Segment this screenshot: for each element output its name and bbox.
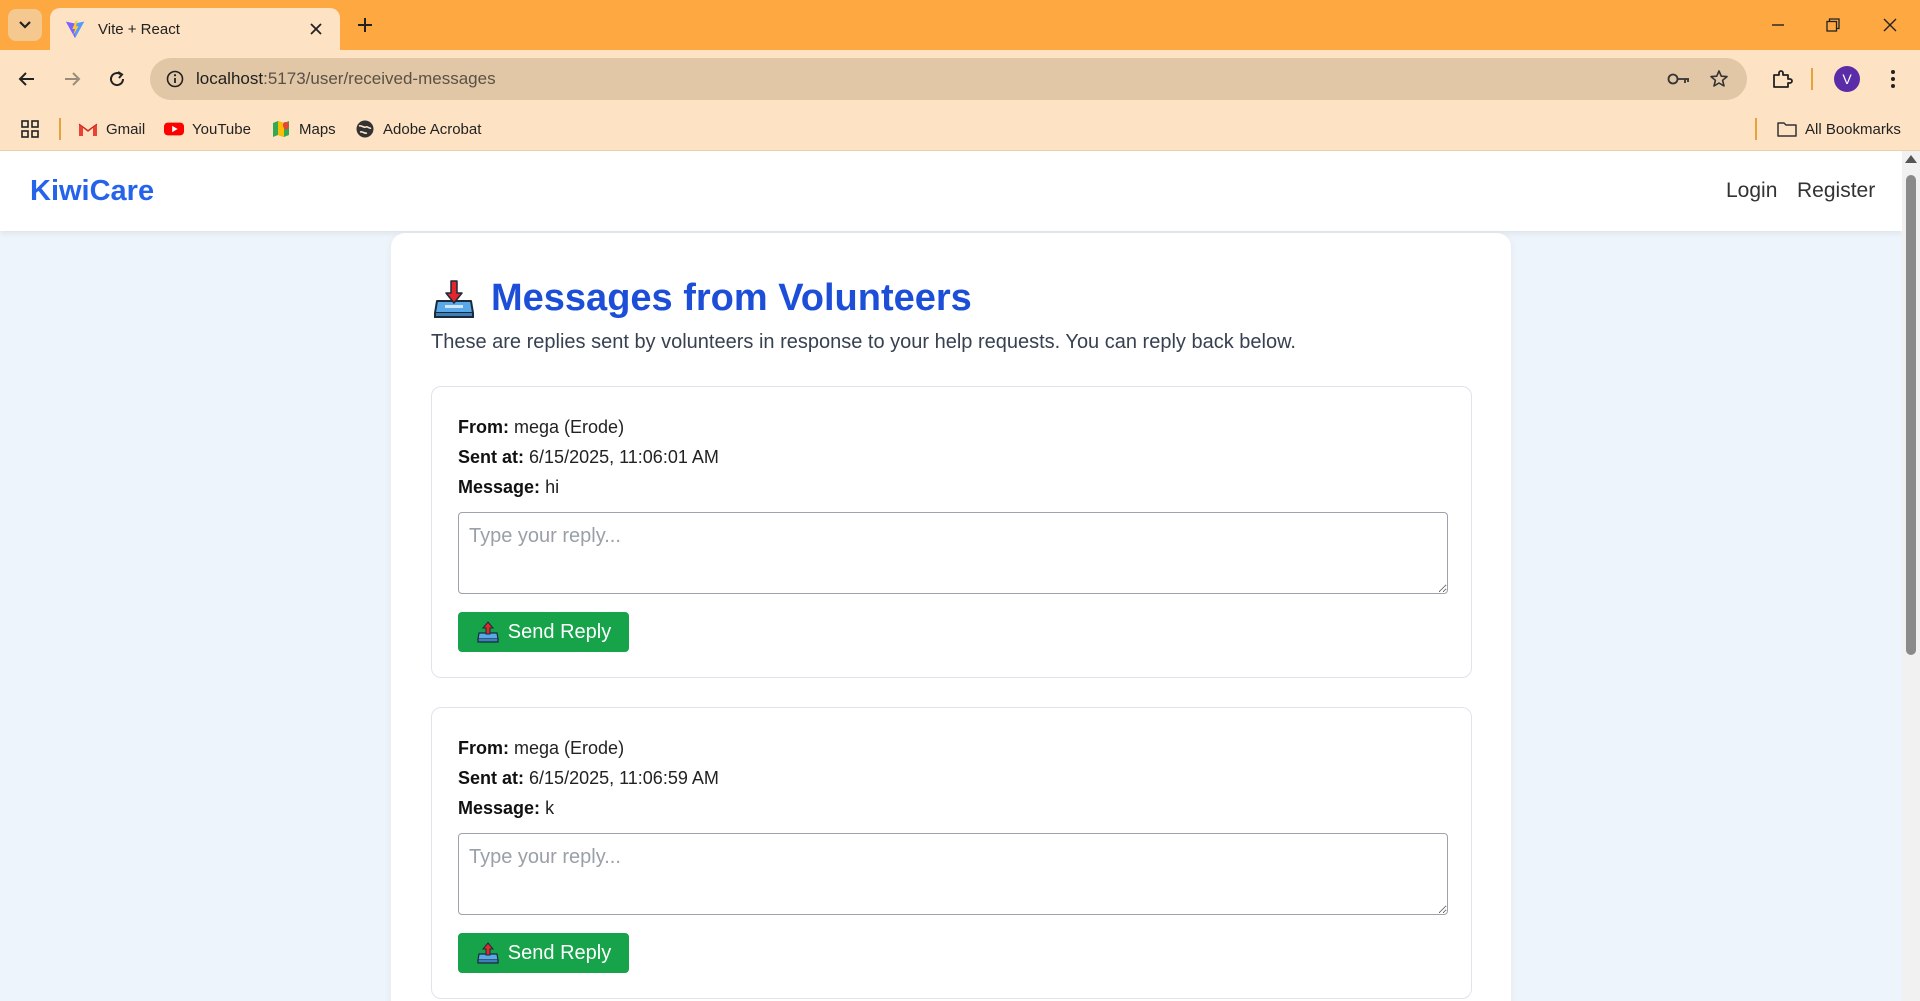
folder-icon [1777,119,1797,139]
all-bookmarks-button[interactable]: All Bookmarks [1777,115,1901,143]
bookmark-label: Adobe Acrobat [383,120,482,138]
bookmark-star-icon[interactable] [1699,59,1739,99]
page-subtitle: These are replies sent by volunteers in … [431,331,1296,353]
outbox-tray-icon [477,942,499,964]
register-link[interactable]: Register [1797,179,1875,203]
minimize-icon [1772,24,1784,26]
bookmark-label: Gmail [106,120,146,138]
restore-icon [1826,18,1840,32]
reply-textarea[interactable] [458,833,1448,915]
reply-textarea[interactable] [458,512,1448,594]
close-tab-icon[interactable] [306,19,326,39]
site-info-icon[interactable] [154,58,196,100]
page-heading: Messages from Volunteers [431,277,972,320]
messages-card: Messages from Volunteers These are repli… [391,233,1511,1001]
message-sent-at: Sent at: 6/15/2025, 11:06:01 AM [458,447,719,468]
close-icon [1883,18,1897,32]
new-tab-button[interactable] [350,12,380,38]
scroll-up-arrow-icon[interactable] [1905,155,1917,163]
site-navbar: KiwiCare Login Register [0,151,1902,231]
message-label: Message: [458,477,541,497]
login-link[interactable]: Login [1726,179,1777,203]
gmail-icon [78,119,98,139]
youtube-icon [164,119,184,139]
message-from: From: mega (Erode) [458,417,624,438]
send-reply-button[interactable]: Send Reply [458,933,629,973]
address-bar[interactable]: localhost:5173/user/received-messages [150,58,1747,100]
back-button[interactable] [10,62,44,96]
tab-title: Vite + React [98,20,180,38]
bookmarks-bar: Gmail YouTube Maps Adobe Acrobat All Boo… [0,107,1920,151]
browser-title-bar: Vite + React [0,0,1920,50]
profile-button[interactable]: V [1830,62,1864,96]
send-reply-button[interactable]: Send Reply [458,612,629,652]
reload-button[interactable] [100,62,134,96]
page-viewport: KiwiCare Login Register Messages from Vo… [0,151,1920,1001]
message-value: k [545,798,555,818]
more-vertical-icon [1891,70,1895,88]
all-bookmarks-label: All Bookmarks [1805,120,1901,138]
message-from: From: mega (Erode) [458,738,624,759]
send-reply-label: Send Reply [507,620,612,643]
bookmark-adobe-acrobat[interactable]: Adobe Acrobat [355,115,481,143]
avatar: V [1834,66,1860,92]
from-value: mega (Erode) [514,738,625,758]
apps-button[interactable] [20,115,40,143]
send-reply-label: Send Reply [507,941,612,964]
from-label: From: [458,738,509,758]
browser-toolbar: localhost:5173/user/received-messages V [0,50,1920,107]
message-body: Message: k [458,798,554,819]
bookmark-maps[interactable]: Maps [271,115,336,143]
brand-logo[interactable]: KiwiCare [30,175,154,208]
sent-at-label: Sent at: [458,447,525,467]
sent-at-value: 6/15/2025, 11:06:59 AM [529,768,719,788]
bookmark-label: Maps [299,120,336,138]
message-body: Message: hi [458,477,559,498]
message-sent-at: Sent at: 6/15/2025, 11:06:59 AM [458,768,719,789]
bookmarks-separator [59,118,61,140]
restore-button[interactable] [1816,8,1850,42]
url-host: localhost [196,69,264,88]
from-label: From: [458,417,509,437]
from-value: mega (Erode) [514,417,625,437]
password-key-icon[interactable] [1659,59,1699,99]
apps-grid-icon [21,120,39,138]
extensions-button[interactable] [1765,62,1799,96]
bookmark-youtube[interactable]: YouTube [164,115,251,143]
page-title: Messages from Volunteers [491,277,972,319]
message-value: hi [545,477,560,497]
page-scrollbar[interactable] [1902,151,1920,1001]
arrow-right-icon [65,72,81,86]
message-item: From: mega (Erode) Sent at: 6/15/2025, 1… [431,707,1472,999]
minimize-button[interactable] [1761,8,1795,42]
message-item: From: mega (Erode) Sent at: 6/15/2025, 1… [431,386,1472,678]
browser-menu-button[interactable] [1876,62,1910,96]
message-label: Message: [458,798,541,818]
url-path: :5173/user/received-messages [263,69,496,88]
url-text: localhost:5173/user/received-messages [196,69,1659,89]
globe-icon [355,119,375,139]
sent-at-value: 6/15/2025, 11:06:01 AM [529,447,719,467]
reload-icon [110,71,125,87]
chevron-down-icon [19,21,31,29]
puzzle-icon [1773,70,1793,88]
bookmark-gmail[interactable]: Gmail [78,115,145,143]
forward-button[interactable] [55,62,89,96]
maps-icon [271,119,291,139]
sent-at-label: Sent at: [458,768,525,788]
scroll-thumb[interactable] [1906,175,1916,655]
toolbar-separator [1811,68,1813,90]
bookmarks-separator [1755,118,1757,140]
tab-search-button[interactable] [8,9,42,41]
bookmark-label: YouTube [192,120,251,138]
close-window-button[interactable] [1873,8,1907,42]
outbox-tray-icon [477,621,499,643]
plus-icon [358,18,372,32]
browser-tab[interactable]: Vite + React [50,8,340,50]
arrow-left-icon [18,72,34,86]
inbox-tray-icon [434,279,474,318]
vite-icon [65,20,85,39]
